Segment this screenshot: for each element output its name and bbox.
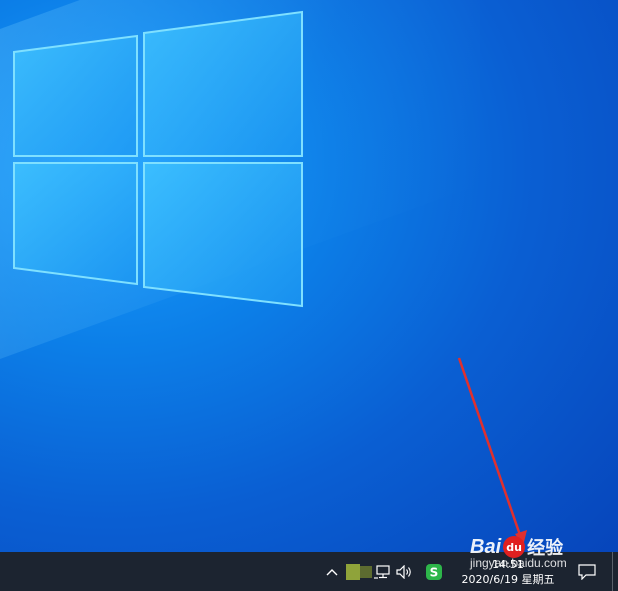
watermark-url: jingyan.baidu.com	[470, 556, 567, 570]
clock-date: 2020/6/19 星期五	[461, 572, 555, 586]
app-tray-icon-secondary[interactable]	[360, 566, 372, 578]
sogou-ime-icon[interactable]: S	[424, 562, 444, 582]
show-desktop-button[interactable]	[612, 552, 618, 591]
sogou-ime-label: S	[430, 566, 439, 580]
annotation-arrow	[457, 357, 527, 546]
app-tray-icon[interactable]	[346, 564, 360, 580]
network-icon[interactable]	[372, 562, 392, 582]
chevron-up-icon[interactable]	[322, 562, 342, 582]
watermark-paw-icon: du	[503, 536, 526, 558]
volume-icon[interactable]	[395, 562, 415, 582]
desktop-background	[0, 0, 618, 552]
